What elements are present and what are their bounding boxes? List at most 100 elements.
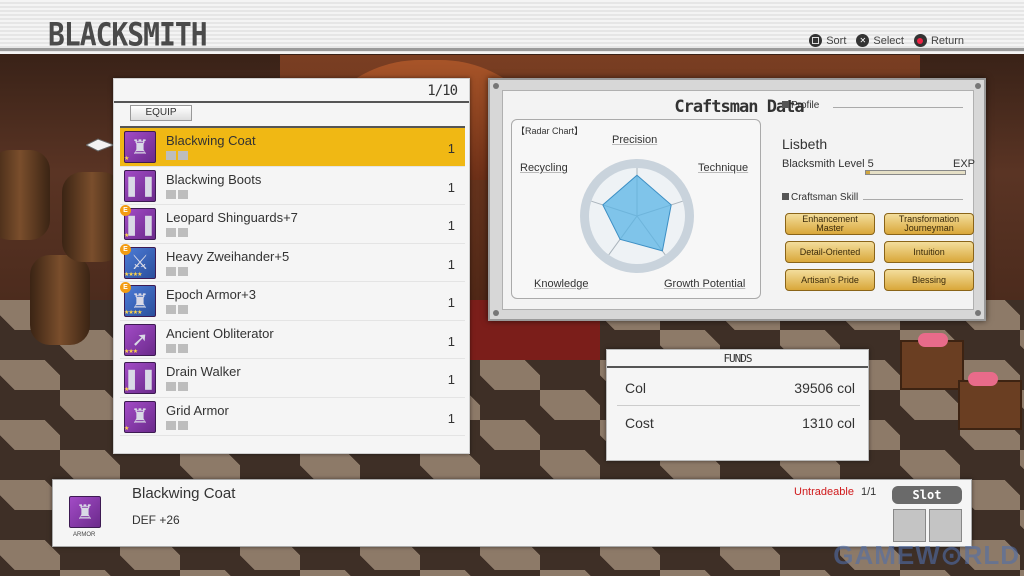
coat-icon: ♜ [69, 496, 101, 528]
rarity-stars: ★★★ [124, 348, 138, 355]
item-list-panel: 1/10 EQUIP ♜ ★ Blackwing Coat 1 ❚❚ Black… [113, 78, 470, 454]
radar-plot [580, 159, 694, 273]
sort-hint[interactable]: Sort [809, 34, 846, 47]
rarity-stars: ★ [124, 387, 129, 393]
item-list: ♜ ★ Blackwing Coat 1 ❚❚ Blackwing Boots … [120, 126, 465, 449]
boots-icon: ❚❚ [123, 362, 157, 394]
item-qty: 1 [447, 141, 455, 156]
barrel [0, 150, 50, 240]
enhanced-badge-icon: E [120, 243, 131, 255]
slot-box[interactable] [929, 509, 962, 542]
list-item[interactable]: ♜ ★ Blackwing Coat 1 [120, 128, 465, 167]
cross-button-icon: ✕ [856, 34, 870, 47]
cost-label: Cost [625, 415, 654, 431]
list-item[interactable]: ❚❚ Blackwing Boots 1 [120, 167, 465, 205]
skill-header: Craftsman Skill [782, 192, 858, 203]
return-hint[interactable]: Return [913, 34, 964, 47]
item-qty: 1 [447, 179, 455, 195]
flower [968, 372, 998, 386]
crate [958, 380, 1022, 430]
exp-fill [866, 171, 870, 174]
return-label: Return [930, 34, 964, 47]
skill-button[interactable]: Enhancement Master [785, 213, 875, 235]
col-value: 39506 col [794, 380, 855, 396]
cost-row: Cost 1310 col [625, 409, 855, 439]
rarity-stars: ★★★★ [124, 271, 142, 278]
list-item[interactable]: ❚❚ ★ Drain Walker 1 [120, 359, 465, 398]
item-qty: 1 [447, 256, 455, 272]
radar-label-technique: Technique [698, 162, 749, 174]
barrel [30, 255, 90, 345]
square-button-icon [809, 34, 823, 47]
item-slots [166, 420, 188, 430]
header-bar: BLACKSMITH Sort ✕ Select Return [0, 0, 1024, 54]
funds-title: FUNDS [607, 350, 868, 368]
rivet [493, 310, 499, 316]
item-name: Heavy Zweihander+5 [166, 248, 290, 264]
radar-caption: 【Radar Chart】 [516, 126, 584, 136]
rarity-stars: ★★★★ [124, 310, 142, 316]
list-header: 1/10 [114, 79, 469, 103]
list-item[interactable]: ♜ E ★★★★ Epoch Armor+3 1 [120, 282, 465, 321]
skill-button[interactable]: Intuition [884, 241, 974, 263]
header-divider [0, 48, 1024, 51]
item-name: Drain Walker [166, 364, 241, 379]
item-name: Grid Armor [166, 402, 229, 418]
slot-box[interactable] [893, 509, 926, 542]
item-slots [166, 305, 188, 314]
item-name: Epoch Armor+3 [166, 287, 256, 302]
list-item[interactable]: ⚔ E ★★★★ Heavy Zweihander+5 1 [120, 243, 465, 282]
enhanced-badge-icon: E [120, 282, 131, 293]
col-label: Col [625, 380, 647, 396]
craftsman-data-panel: Craftsman Data 【Radar Chart】 Precision T… [488, 78, 986, 321]
item-qty: 1 [447, 333, 455, 349]
craftsman-inner: Craftsman Data 【Radar Chart】 Precision T… [502, 90, 976, 310]
radar-chart: 【Radar Chart】 Precision Technique Growth… [511, 119, 761, 299]
item-detail-bar: ♜ ARMOR Blackwing Coat DEF +26 Untradeab… [52, 479, 972, 547]
selection-pointer-icon [86, 138, 114, 152]
item-qty: 1 [447, 218, 455, 233]
skill-button[interactable]: Artisan's Pride [785, 269, 875, 291]
item-name: Leopard Shinguards+7 [166, 210, 298, 225]
skill-button[interactable]: Blessing [884, 269, 974, 291]
level-label: Blacksmith Level 5 [782, 158, 874, 170]
craftsman-name: Lisbeth [782, 136, 828, 152]
funds-divider [617, 405, 860, 406]
item-category: ARMOR [73, 532, 96, 538]
list-item[interactable]: ❚❚ E ★ Leopard Shinguards+7 1 [120, 205, 465, 244]
radar-label-knowledge: Knowledge [534, 278, 589, 290]
tradeable-status: Untradeable [794, 486, 854, 498]
radar-label-growth: Growth Potential [664, 278, 746, 290]
skill-button[interactable]: Detail-Oriented [785, 241, 875, 263]
rarity-stars: ★ [124, 156, 129, 162]
rivet [975, 83, 981, 89]
profile-divider [833, 107, 963, 108]
item-slots [166, 382, 188, 391]
list-item[interactable]: ♜ ★ Grid Armor 1 [120, 398, 465, 436]
item-slots [166, 151, 188, 160]
item-qty: 1 [447, 295, 455, 310]
item-qty: 1 [447, 372, 455, 387]
select-label: Select [873, 34, 904, 47]
detail-item-name: Blackwing Coat [132, 485, 236, 502]
item-slots [166, 343, 188, 353]
item-name: Blackwing Coat [166, 133, 256, 148]
rarity-stars: ★ [124, 425, 129, 432]
item-name: Blackwing Boots [166, 171, 262, 187]
item-slots [166, 266, 188, 276]
skill-button[interactable]: Transformation Journeyman [884, 213, 974, 235]
slot-label: Slot [892, 486, 962, 504]
exp-label: EXP [953, 158, 976, 170]
circle-button-icon [913, 34, 927, 47]
item-qty: 1 [447, 410, 455, 426]
rivet [493, 83, 499, 89]
equip-tab[interactable]: EQUIP [130, 105, 192, 121]
funds-panel: FUNDS Col 39506 col Cost 1310 col [606, 349, 869, 461]
enhanced-badge-icon: E [120, 205, 131, 216]
select-hint[interactable]: ✕ Select [856, 34, 904, 47]
list-item[interactable]: ➚ ★★★ Ancient Obliterator 1 [120, 321, 465, 359]
coat-icon: ♜ [124, 131, 156, 163]
flower [918, 333, 948, 347]
radar-label-recycling: Recycling [520, 162, 568, 174]
level-text: Blacksmith Level [782, 158, 865, 170]
